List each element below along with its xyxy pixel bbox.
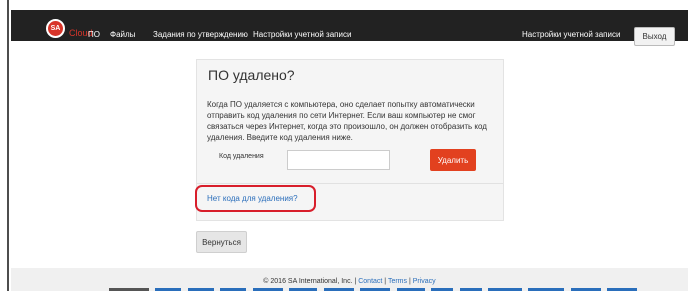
copyright-text: © 2016 SA International, Inc. | (263, 278, 357, 285)
delete-button[interactable]: Удалить (430, 149, 476, 171)
panel-description: Когда ПО удаляется с компьютера, оно сде… (207, 100, 487, 142)
nav-item-files[interactable]: Файлы (110, 30, 135, 39)
highlight-annotation (195, 185, 316, 212)
contact-link[interactable]: Contact (358, 278, 382, 285)
top-navbar: SA Cloud ПО Файлы Задания по утверждению… (11, 10, 688, 46)
privacy-link[interactable]: Privacy (413, 278, 436, 285)
nav-item-account-settings[interactable]: Настройки учетной записи (253, 30, 351, 39)
panel-title: ПО удалено? (208, 67, 295, 83)
nav-item-software[interactable]: ПО (88, 30, 100, 39)
back-button[interactable]: Вернуться (196, 231, 247, 253)
terms-link[interactable]: Terms (388, 278, 407, 285)
panel-divider (197, 183, 503, 184)
logo-icon[interactable]: SA (46, 19, 65, 38)
deletion-code-label: Код удаления (219, 153, 264, 160)
footer-links: © 2016 SA International, Inc. | Contact … (11, 278, 688, 285)
logout-button[interactable]: Выход (634, 27, 675, 46)
account-settings-link[interactable]: Настройки учетной записи (522, 30, 620, 39)
nav-item-approval-tasks[interactable]: Задания по утверждению (153, 30, 248, 39)
deletion-code-input[interactable] (287, 150, 390, 170)
page-footer: © 2016 SA International, Inc. | Contact … (11, 268, 688, 291)
window-frame-left (0, 0, 9, 291)
